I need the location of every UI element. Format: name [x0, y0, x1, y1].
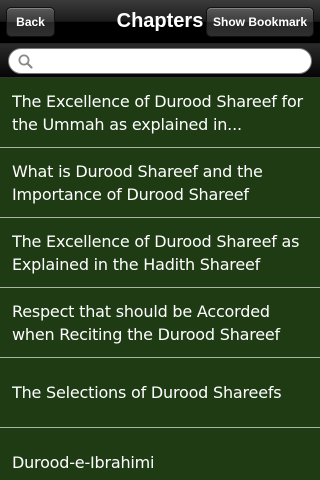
navigation-bar: Back Chapters Show Bookmark [0, 0, 320, 44]
list-item[interactable]: The Excellence of Durood Shareef as Expl… [0, 218, 320, 288]
search-field[interactable] [8, 48, 312, 74]
list-item[interactable]: The Selections of Durood Shareefs [0, 358, 320, 428]
chapter-title: The Excellence of Durood Shareef as Expl… [12, 231, 300, 274]
list-item[interactable]: Respect that should be Accorded when Rec… [0, 288, 320, 358]
chapter-title: Respect that should be Accorded when Rec… [12, 301, 280, 344]
list-item[interactable]: What is Durood Shareef and the Importanc… [0, 148, 320, 218]
chapter-title: The Excellence of Durood Shareef for the… [12, 91, 303, 134]
chapter-title: The Selections of Durood Shareefs [12, 383, 282, 402]
list-item[interactable]: The Excellence of Durood Shareef for the… [0, 78, 320, 148]
search-bar [0, 44, 320, 78]
search-icon [18, 54, 33, 69]
chapter-title: What is Durood Shareef and the Importanc… [12, 161, 263, 204]
chapter-title: Durood-e-Ibrahimi [12, 453, 155, 472]
list-item[interactable]: Durood-e-Ibrahimi [0, 428, 320, 480]
chapter-list: The Excellence of Durood Shareef for the… [0, 78, 320, 480]
search-input[interactable] [37, 51, 305, 71]
show-bookmark-button[interactable]: Show Bookmark [206, 7, 314, 37]
